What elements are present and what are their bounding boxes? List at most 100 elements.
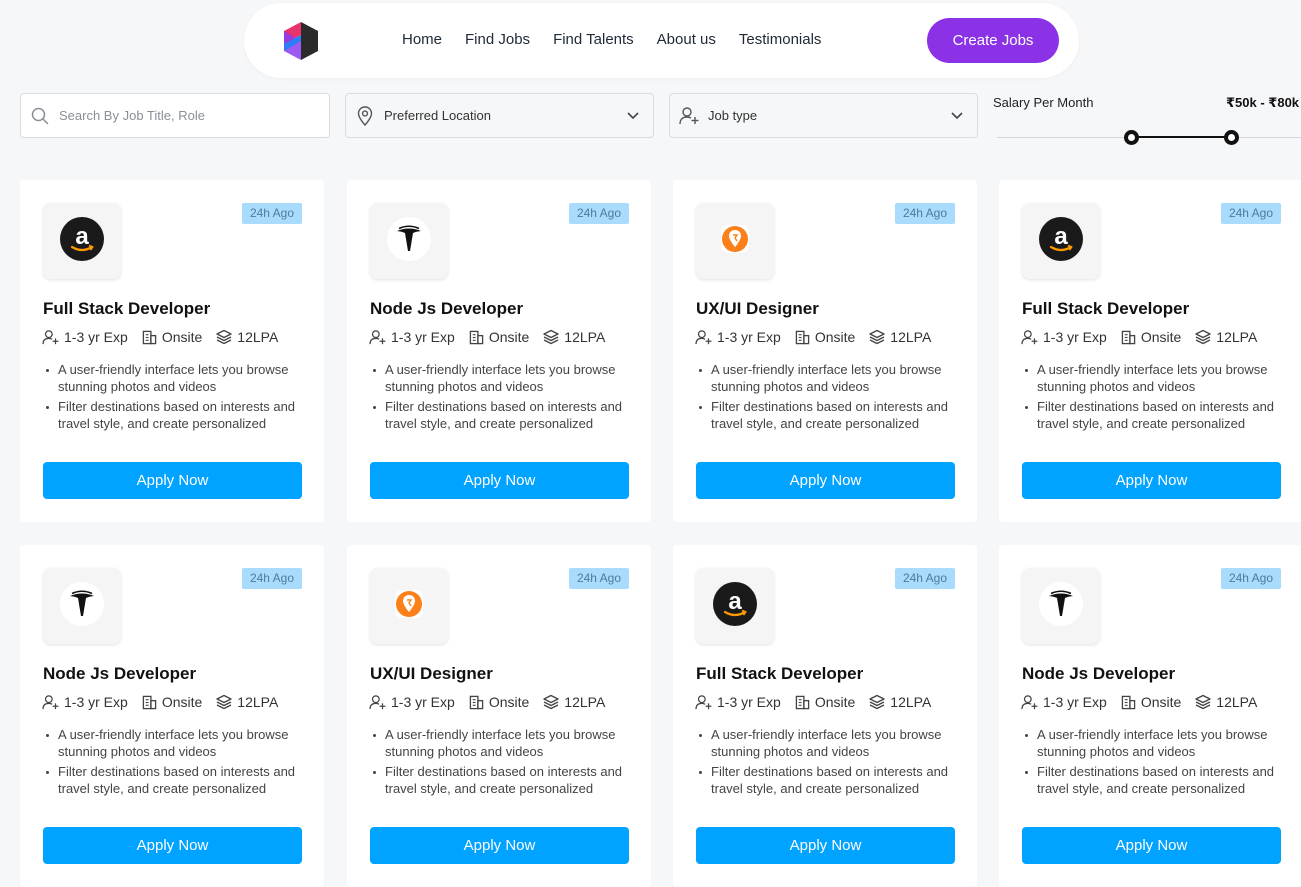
package: 12LPA	[869, 329, 931, 345]
job-meta: 1-3 yr Exp Onsite 12LPA	[1021, 694, 1271, 710]
apply-now-button[interactable]: Apply Now	[370, 827, 629, 864]
amazon-logo-icon: a	[1038, 216, 1084, 267]
job-meta: 1-3 yr Exp Onsite 12LPA	[42, 694, 292, 710]
swiggy-logo-icon	[392, 587, 426, 626]
package: 12LPA	[216, 694, 278, 710]
job-card[interactable]: 24h Ago Node Js Developer 1-3 yr Exp Ons…	[20, 545, 324, 887]
job-highlights: A user-friendly interface lets you brows…	[46, 362, 306, 436]
job-card[interactable]: a 24h Ago Full Stack Developer 1-3 yr Ex…	[20, 180, 324, 522]
location-select[interactable]: Preferred Location	[345, 93, 654, 138]
job-card[interactable]: 24h Ago Node Js Developer 1-3 yr Exp Ons…	[347, 180, 651, 522]
job-highlights: A user-friendly interface lets you brows…	[1025, 362, 1285, 436]
list-item: A user-friendly interface lets you brows…	[373, 727, 633, 760]
nav-link-testimonials[interactable]: Testimonials	[739, 31, 822, 49]
work-mode-text: Onsite	[161, 694, 203, 710]
building-icon	[142, 330, 157, 344]
location-select-label: Preferred Location	[384, 108, 491, 123]
salary-slider-range	[1131, 136, 1231, 138]
job-meta: 1-3 yr Exp Onsite 12LPA	[42, 329, 292, 345]
job-title: UX/UI Designer	[696, 299, 819, 318]
search-icon	[21, 107, 59, 125]
salary-range-value: ₹50k - ₹80k	[1226, 95, 1300, 110]
job-card[interactable]: 24h Ago UX/UI Designer 1-3 yr Exp Onsite…	[347, 545, 651, 887]
job-card[interactable]: a 24h Ago Full Stack Developer 1-3 yr Ex…	[673, 545, 977, 887]
company-logo	[696, 203, 774, 279]
chevron-down-icon	[613, 111, 653, 120]
search-input[interactable]	[59, 108, 309, 123]
job-title: Full Stack Developer	[1022, 299, 1190, 318]
apply-now-button[interactable]: Apply Now	[43, 462, 302, 499]
posted-time-badge: 24h Ago	[1220, 203, 1281, 224]
experience: 1-3 yr Exp	[1021, 329, 1107, 345]
experience-text: 1-3 yr Exp	[391, 694, 455, 710]
package: 12LPA	[216, 329, 278, 345]
work-mode: Onsite	[142, 694, 202, 710]
job-card[interactable]: 24h Ago UX/UI Designer 1-3 yr Exp Onsite…	[673, 180, 977, 522]
job-card[interactable]: a 24h Ago Full Stack Developer 1-3 yr Ex…	[999, 180, 1301, 522]
job-type-select[interactable]: Job type	[669, 93, 978, 138]
salary-filter: Salary Per Month ₹50k - ₹80k	[993, 93, 1301, 153]
experience-text: 1-3 yr Exp	[64, 329, 128, 345]
work-mode: Onsite	[795, 694, 855, 710]
work-mode-text: Onsite	[161, 329, 203, 345]
list-item: Filter destinations based on interests a…	[46, 764, 306, 797]
apply-now-button[interactable]: Apply Now	[1022, 462, 1281, 499]
job-highlights: A user-friendly interface lets you brows…	[699, 727, 959, 801]
user-plus-icon	[42, 329, 59, 344]
list-item: Filter destinations based on interests a…	[1025, 399, 1285, 432]
work-mode-text: Onsite	[488, 329, 530, 345]
building-icon	[142, 695, 157, 709]
experience: 1-3 yr Exp	[1021, 694, 1107, 710]
salary-slider-max-handle[interactable]	[1224, 130, 1239, 145]
apply-now-button[interactable]: Apply Now	[370, 462, 629, 499]
job-meta: 1-3 yr Exp Onsite 12LPA	[695, 329, 945, 345]
salary-slider-min-handle[interactable]	[1124, 130, 1139, 145]
user-plus-icon	[369, 329, 386, 344]
apply-now-button[interactable]: Apply Now	[696, 827, 955, 864]
company-logo	[370, 203, 448, 279]
package-text: 12LPA	[1216, 329, 1258, 345]
package-text: 12LPA	[1216, 694, 1258, 710]
job-card[interactable]: 24h Ago Node Js Developer 1-3 yr Exp Ons…	[999, 545, 1301, 887]
nav-link-home[interactable]: Home	[402, 31, 442, 49]
brand-logo-icon[interactable]	[284, 22, 318, 60]
list-item: A user-friendly interface lets you brows…	[1025, 727, 1285, 760]
experience: 1-3 yr Exp	[369, 329, 455, 345]
tesla-logo-icon	[59, 581, 105, 632]
package-text: 12LPA	[890, 694, 932, 710]
layers-icon	[543, 694, 559, 710]
work-mode-text: Onsite	[814, 329, 856, 345]
apply-now-button[interactable]: Apply Now	[43, 827, 302, 864]
navbar: Home Find Jobs Find Talents About us Tes…	[244, 3, 1079, 78]
package-text: 12LPA	[890, 329, 932, 345]
work-mode: Onsite	[469, 694, 529, 710]
apply-now-button[interactable]: Apply Now	[1022, 827, 1281, 864]
posted-time-badge: 24h Ago	[894, 568, 955, 589]
location-pin-icon	[346, 105, 384, 126]
work-mode: Onsite	[795, 329, 855, 345]
list-item: A user-friendly interface lets you brows…	[1025, 362, 1285, 395]
tesla-logo-icon	[386, 216, 432, 267]
building-icon	[795, 330, 810, 344]
job-meta: 1-3 yr Exp Onsite 12LPA	[369, 329, 619, 345]
job-highlights: A user-friendly interface lets you brows…	[373, 362, 633, 436]
nav-link-find-talents[interactable]: Find Talents	[553, 31, 634, 49]
job-title: Full Stack Developer	[43, 299, 211, 318]
user-plus-icon	[369, 694, 386, 709]
user-plus-icon	[1021, 329, 1038, 344]
nav-link-about-us[interactable]: About us	[657, 31, 716, 49]
experience-text: 1-3 yr Exp	[64, 694, 128, 710]
salary-label: Salary Per Month	[993, 95, 1094, 110]
work-mode-text: Onsite	[814, 694, 856, 710]
chevron-down-icon	[937, 111, 977, 120]
package-text: 12LPA	[564, 329, 606, 345]
job-title: Node Js Developer	[1022, 664, 1176, 683]
list-item: Filter destinations based on interests a…	[1025, 764, 1285, 797]
work-mode-text: Onsite	[1140, 694, 1182, 710]
nav-link-find-jobs[interactable]: Find Jobs	[465, 31, 530, 49]
list-item: A user-friendly interface lets you brows…	[699, 727, 959, 760]
apply-now-button[interactable]: Apply Now	[696, 462, 955, 499]
svg-text:a: a	[1054, 223, 1068, 250]
experience: 1-3 yr Exp	[42, 694, 128, 710]
create-jobs-button[interactable]: Create Jobs	[927, 18, 1059, 63]
